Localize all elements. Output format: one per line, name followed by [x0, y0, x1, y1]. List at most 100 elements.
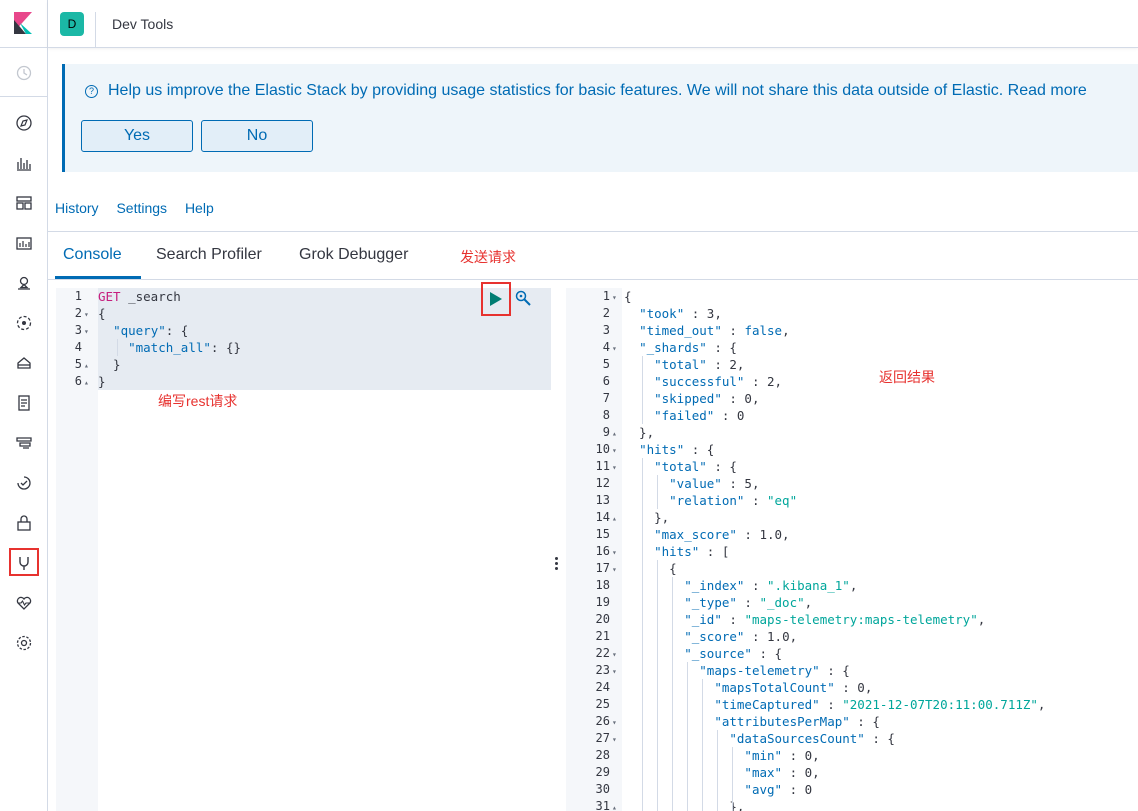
line-number: 7	[602, 391, 610, 405]
space-avatar[interactable]: D	[60, 12, 84, 36]
code-token: "min"	[744, 748, 783, 763]
code-token: "dataSourcesCount"	[729, 731, 865, 746]
request-code-line: "match_all": {}	[98, 339, 241, 356]
uptime-icon[interactable]	[14, 473, 34, 493]
request-editor[interactable]: 1 2 ▾ 3 ▾ 4 5 ▴ 6 ▴ GET _search{ "query": { "matc…	[56, 288, 551, 811]
line-number: 23	[595, 663, 610, 677]
code-token: : {	[706, 340, 737, 355]
code-token: _search	[120, 289, 181, 304]
dev-tools-app: D Dev Tools ? Help us improve the Elasti…	[0, 0, 1138, 811]
code-token: {	[624, 561, 677, 576]
tab-search-profiler[interactable]: Search Profiler	[156, 246, 262, 264]
code-token: : 0	[714, 408, 745, 423]
canvas-icon[interactable]	[14, 233, 34, 253]
management-icon[interactable]	[14, 633, 34, 653]
fold-toggle-icon[interactable]: ▴	[612, 510, 620, 527]
visualize-icon[interactable]	[14, 153, 34, 173]
dashboard-icon[interactable]	[14, 193, 34, 213]
menu-history[interactable]: History	[55, 200, 99, 216]
apm-icon[interactable]	[14, 433, 34, 453]
response-line-number: 13	[568, 492, 620, 509]
code-token: "_source"	[684, 646, 752, 661]
request-code[interactable]: GET _search{ "query": { "match_all": {} …	[98, 288, 551, 811]
tab-grok-debugger[interactable]: Grok Debugger	[299, 246, 408, 264]
fold-toggle-icon[interactable]: ▾	[612, 646, 620, 663]
code-token: :	[819, 697, 843, 712]
fold-toggle-icon[interactable]: ▴	[84, 357, 92, 374]
menu-settings[interactable]: Settings	[116, 200, 167, 216]
no-button[interactable]: No	[201, 120, 313, 152]
code-token: : 1.0,	[744, 629, 798, 644]
annotation-send-request: 发送请求	[460, 249, 516, 265]
logs-icon[interactable]	[14, 393, 34, 413]
clock-icon[interactable]	[14, 63, 34, 83]
ml-icon[interactable]	[14, 313, 34, 333]
response-line-number: 6	[568, 373, 620, 390]
line-number: 29	[595, 765, 610, 779]
code-token: : {	[864, 731, 895, 746]
request-line-number: 4	[52, 339, 92, 356]
top-header: D Dev Tools	[48, 0, 1138, 48]
code-token: : 0,	[834, 680, 873, 695]
wrench-icon[interactable]	[514, 289, 532, 307]
fold-toggle-icon[interactable]: ▾	[612, 289, 620, 306]
fold-toggle-icon[interactable]: ▴	[612, 799, 620, 811]
request-code-line: GET _search	[98, 288, 181, 305]
fold-toggle-icon[interactable]: ▾	[612, 340, 620, 357]
code-token: "timed_out"	[639, 323, 722, 338]
response-code-line: "took" : 3,	[624, 305, 722, 322]
fold-toggle-icon[interactable]: ▾	[84, 323, 92, 340]
code-token: : 1.0,	[736, 527, 790, 542]
line-number: 1	[602, 289, 610, 303]
pane-resizer[interactable]	[555, 557, 559, 571]
fold-toggle-icon[interactable]: ▾	[612, 663, 620, 680]
response-line-number: 2	[568, 305, 620, 322]
menu-help[interactable]: Help	[185, 200, 214, 216]
code-token: "_score"	[684, 629, 745, 644]
code-token: ,	[1037, 697, 1046, 712]
siem-icon[interactable]	[14, 513, 34, 533]
play-icon	[490, 292, 502, 306]
fold-toggle-icon[interactable]: ▾	[612, 442, 620, 459]
response-line-number: 20	[568, 611, 620, 628]
code-token: : {	[684, 442, 715, 457]
fold-toggle-icon[interactable]: ▾	[84, 306, 92, 323]
page-title: Dev Tools	[112, 16, 174, 32]
run-request-button[interactable]	[481, 282, 511, 316]
response-code-line: "max_score" : 1.0,	[624, 526, 790, 543]
maps-icon[interactable]	[14, 273, 34, 293]
fold-toggle-icon[interactable]: ▴	[612, 425, 620, 442]
response-line-number: 12	[568, 475, 620, 492]
fold-toggle-icon[interactable]: ▾	[612, 714, 620, 731]
line-number: 3	[602, 323, 610, 337]
fold-toggle-icon[interactable]: ▾	[612, 731, 620, 748]
code-token: "skipped"	[654, 391, 722, 406]
fold-toggle-icon[interactable]: ▾	[612, 561, 620, 578]
code-token: "maps-telemetry"	[699, 663, 820, 678]
infra-icon[interactable]	[14, 353, 34, 373]
fold-toggle-icon[interactable]: ▴	[84, 374, 92, 391]
code-token: "hits"	[654, 544, 700, 559]
monitoring-icon[interactable]	[14, 593, 34, 613]
code-token: "_doc"	[759, 595, 805, 610]
yes-button[interactable]: Yes	[81, 120, 193, 152]
tab-console[interactable]: Console	[63, 246, 122, 264]
line-number: 8	[602, 408, 610, 422]
kibana-logo[interactable]	[12, 12, 34, 34]
fold-toggle-icon[interactable]: ▾	[612, 459, 620, 476]
code-token: : 0,	[782, 765, 820, 780]
code-token: "took"	[639, 306, 685, 321]
line-number: 6	[602, 374, 610, 388]
compass-icon[interactable]	[14, 113, 34, 133]
code-token: "avg"	[744, 782, 783, 797]
fold-toggle-icon[interactable]: ▾	[612, 544, 620, 561]
